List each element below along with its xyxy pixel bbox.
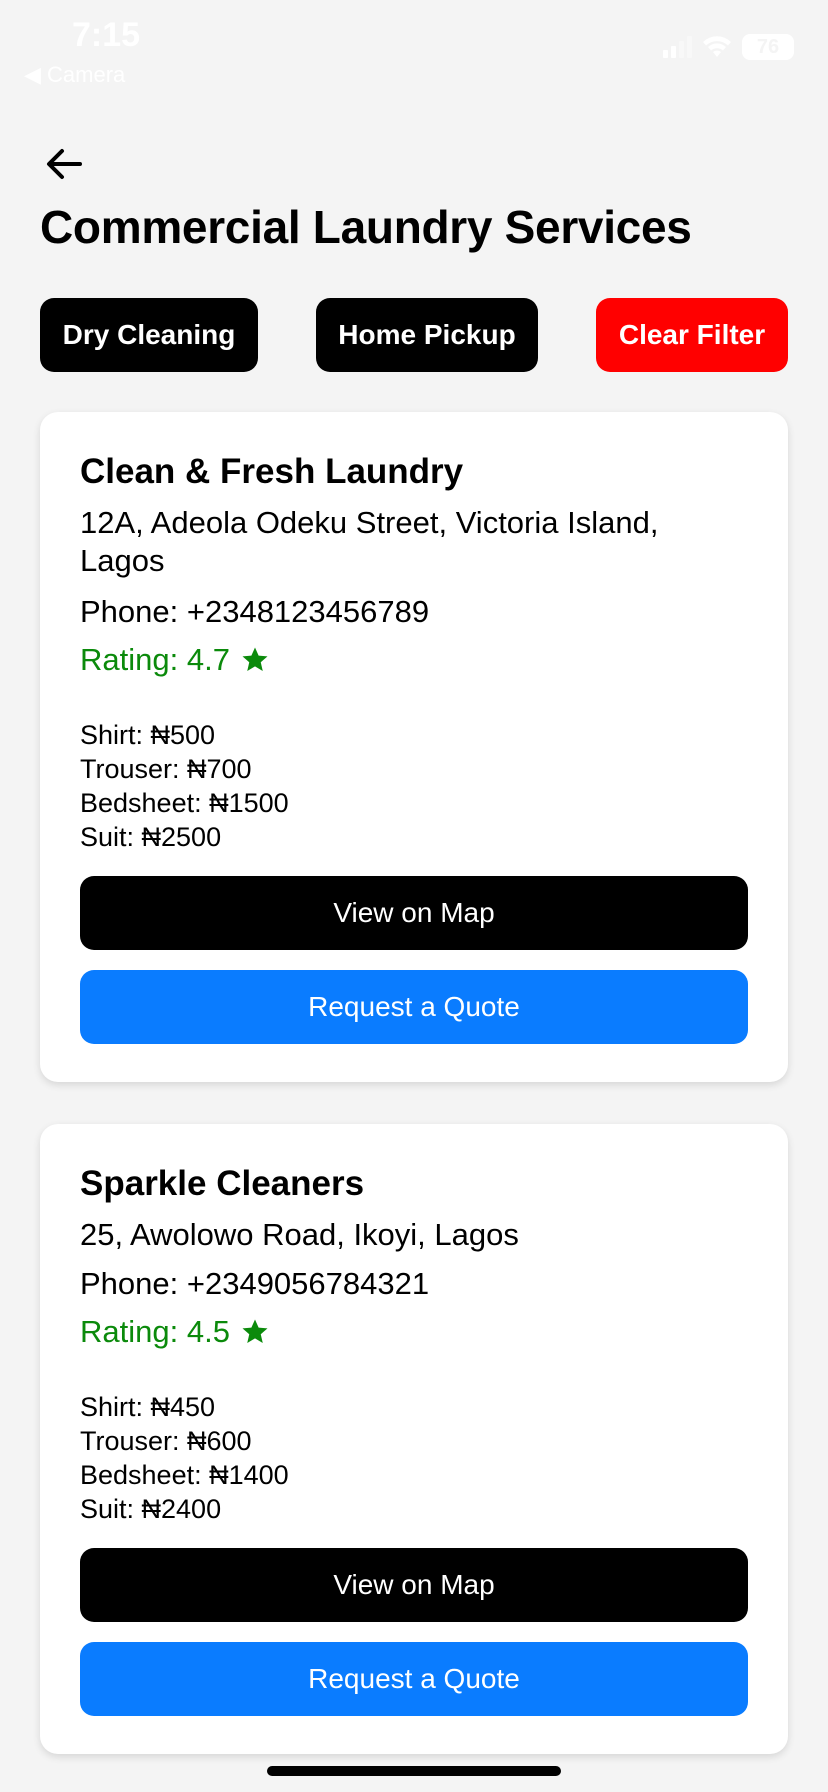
laundry-rating: Rating: 4.7: [80, 642, 270, 678]
laundry-card: Sparkle Cleaners 25, Awolowo Road, Ikoyi…: [40, 1124, 788, 1754]
request-quote-button[interactable]: Request a Quote: [80, 970, 748, 1044]
price-list: Shirt: ₦500 Trouser: ₦700 Bedsheet: ₦150…: [80, 718, 289, 854]
price-suit: Suit: ₦2400: [80, 1494, 222, 1524]
laundry-card: Clean & Fresh Laundry 12A, Adeola Odeku …: [40, 412, 788, 1082]
status-icons: 76: [663, 34, 794, 60]
filter-dry-cleaning-button[interactable]: Dry Cleaning: [40, 298, 258, 372]
price-bedsheet: Bedsheet: ₦1500: [80, 788, 289, 818]
laundry-address: 25, Awolowo Road, Ikoyi, Lagos: [80, 1217, 519, 1252]
filter-bar: Dry Cleaning Home Pickup Clear Filter: [40, 298, 788, 372]
rating-text: Rating: 4.5: [80, 1314, 230, 1349]
price-list: Shirt: ₦450 Trouser: ₦600 Bedsheet: ₦140…: [80, 1390, 289, 1526]
price-trouser: Trouser: ₦700: [80, 754, 252, 784]
laundry-name: Sparkle Cleaners: [80, 1164, 365, 1203]
laundry-phone: Phone: +2349056784321: [80, 1266, 430, 1301]
view-on-map-button[interactable]: View on Map: [80, 876, 748, 950]
price-shirt: Shirt: ₦500: [80, 720, 216, 750]
price-trouser: Trouser: ₦600: [80, 1426, 252, 1456]
back-arrow-icon[interactable]: [42, 142, 86, 186]
filter-home-pickup-button[interactable]: Home Pickup: [316, 298, 538, 372]
price-bedsheet: Bedsheet: ₦1400: [80, 1460, 289, 1490]
laundry-name: Clean & Fresh Laundry: [80, 452, 464, 491]
rating-text: Rating: 4.7: [80, 642, 230, 677]
back-to-app-link[interactable]: ◀ Camera: [24, 62, 125, 88]
laundry-address: 12A, Adeola Odeku Street, Victoria Islan…: [80, 505, 659, 578]
battery-icon: 76: [742, 34, 794, 60]
home-indicator: [267, 1766, 561, 1776]
clear-filter-button[interactable]: Clear Filter: [596, 298, 788, 372]
view-on-map-button[interactable]: View on Map: [80, 1548, 748, 1622]
request-quote-button[interactable]: Request a Quote: [80, 1642, 748, 1716]
star-icon: [242, 1319, 268, 1343]
page-title: Commercial Laundry Services: [40, 201, 692, 253]
status-time: 7:15: [72, 16, 141, 54]
laundry-rating: Rating: 4.5: [80, 1314, 270, 1350]
price-suit: Suit: ₦2500: [80, 822, 222, 852]
price-shirt: Shirt: ₦450: [80, 1392, 216, 1422]
wifi-icon: [703, 36, 731, 57]
laundry-phone: Phone: +2348123456789: [80, 594, 430, 629]
cellular-signal-icon: [663, 36, 692, 58]
status-bar: 7:15 ◀ Camera 76: [0, 0, 828, 90]
star-icon: [242, 647, 268, 671]
